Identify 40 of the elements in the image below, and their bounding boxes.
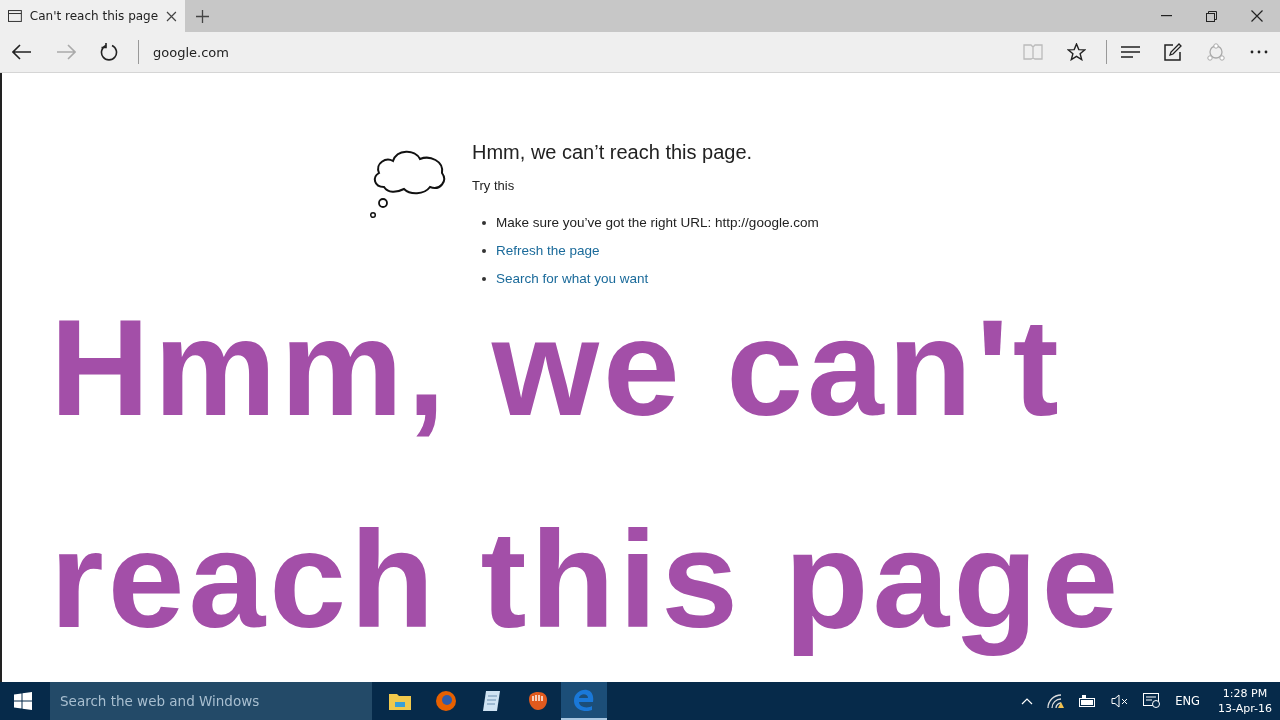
try-this-label: Try this — [472, 178, 516, 193]
bullet-icon — [482, 220, 486, 225]
minimize-icon[interactable] — [1161, 15, 1172, 17]
windows-start-icon[interactable] — [14, 692, 32, 710]
bullet-icon — [482, 248, 486, 253]
bullet-icon — [482, 276, 486, 281]
address-field[interactable]: google.com — [153, 44, 229, 60]
suggestion-link[interactable]: Search for what you want — [496, 271, 649, 286]
error-heading: Hmm, we can’t reach this page. — [472, 141, 754, 164]
close-icon[interactable] — [1251, 10, 1263, 22]
more-icon[interactable] — [1250, 50, 1268, 54]
caption-text: reach this page — [50, 504, 1124, 654]
battery-icon[interactable] — [1079, 695, 1098, 707]
chevron-up-icon[interactable] — [1021, 697, 1034, 705]
page-icon — [8, 10, 22, 22]
restore-icon[interactable] — [1206, 10, 1217, 22]
wifi-warning-icon[interactable] — [1047, 693, 1066, 709]
clock-time[interactable]: 1:28 PM — [1222, 686, 1268, 701]
back-arrow-icon[interactable] — [12, 44, 32, 60]
folder-icon — [389, 692, 411, 710]
caption-text: Hmm, we can't — [50, 292, 1064, 442]
clock-date[interactable]: 13-Apr-16 — [1217, 701, 1272, 716]
browser-tab[interactable]: Can't reach this page — [0, 0, 185, 32]
refresh-icon[interactable] — [100, 43, 118, 61]
hub-icon[interactable] — [1121, 46, 1140, 58]
browser-e-icon — [573, 689, 595, 711]
note-icon[interactable] — [1164, 43, 1182, 61]
globe-icon — [435, 690, 457, 712]
taskbar-app-button[interactable] — [561, 682, 607, 720]
close-tab-icon[interactable] — [166, 10, 177, 22]
language-indicator[interactable]: ENG — [1175, 694, 1200, 708]
tab-title: Can't reach this page — [29, 9, 159, 23]
suggestion-link[interactable]: Refresh the page — [496, 243, 600, 258]
suggestion-text: Make sure you’ve got the right URL: http://google.com — [496, 215, 819, 230]
star-icon[interactable] — [1067, 43, 1086, 61]
notepad-icon — [482, 690, 502, 712]
speaker-muted-icon[interactable] — [1111, 694, 1130, 708]
notification-icon[interactable] — [1143, 693, 1162, 709]
taskbar-search-field[interactable]: Search the web and Windows — [50, 682, 372, 720]
new-tab-icon[interactable] — [196, 9, 209, 23]
